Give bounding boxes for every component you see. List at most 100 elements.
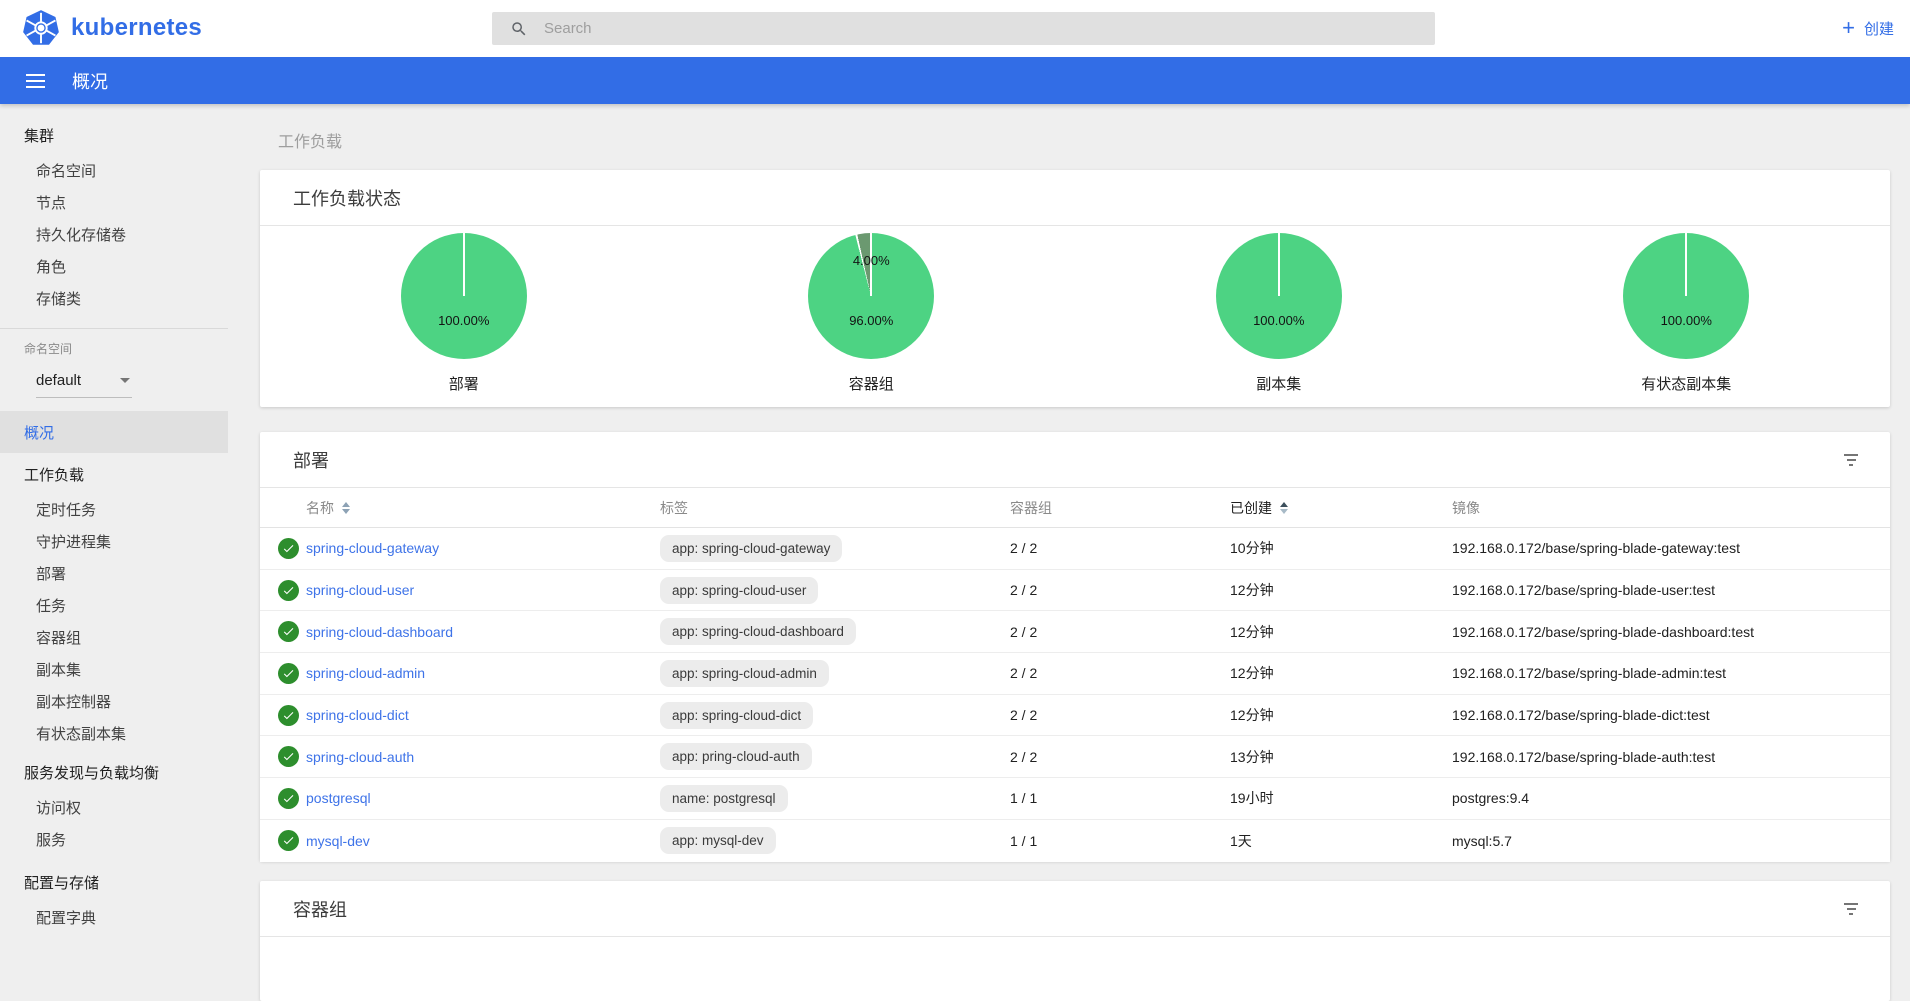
search-icon [510,20,528,38]
image-name: 192.168.0.172/base/spring-blade-gateway:… [1452,540,1846,556]
workload-status-card-title: 工作负载状态 [293,185,401,211]
created-age: 12分钟 [1230,705,1452,725]
pie-chart-label: 部署 [449,373,479,394]
deployment-name-link[interactable]: mysql-dev [306,833,370,849]
deployment-name-link[interactable]: spring-cloud-auth [306,749,414,765]
brand: kubernetes [22,9,202,47]
sidebar-divider [0,328,228,329]
created-age: 12分钟 [1230,622,1452,642]
created-age: 13分钟 [1230,747,1452,767]
pie-chart: 100.00% [401,233,527,359]
label-pill: app: spring-cloud-dict [660,702,813,729]
search-input[interactable] [542,19,1366,38]
sidebar-item-deployments[interactable]: 部署 [0,557,228,589]
kubernetes-logo-icon [22,9,60,47]
deployment-name-link[interactable]: spring-cloud-gateway [306,540,439,556]
pie-main-percent: 100.00% [1216,313,1342,328]
search-bar[interactable] [492,12,1435,45]
pods-count: 2 / 2 [1010,749,1230,765]
pie-main-percent: 96.00% [808,313,934,328]
label-pill: app: mysql-dev [660,827,776,854]
pie-chart: 100.00% [1623,233,1749,359]
deployments-table-header: 名称 标签 容器组 已创建 镜像 [260,488,1890,528]
pods-count: 2 / 2 [1010,707,1230,723]
deployment-name-link[interactable]: spring-cloud-user [306,582,414,598]
deployment-name-link[interactable]: spring-cloud-admin [306,665,425,681]
sidebar-item-config-maps[interactable]: 配置字典 [0,901,228,926]
table-row: spring-cloud-dict app: spring-cloud-dict… [260,695,1890,737]
created-age: 10分钟 [1230,538,1452,558]
column-header-images[interactable]: 镜像 [1452,498,1846,518]
created-age: 1天 [1230,831,1452,851]
image-name: mysql:5.7 [1452,833,1846,849]
sidebar-item-replication-controllers[interactable]: 副本控制器 [0,685,228,717]
status-ok-icon [278,705,299,726]
pods-count: 1 / 1 [1010,833,1230,849]
status-ok-icon [278,580,299,601]
sort-icon-active [1280,502,1288,514]
sidebar-item-namespaces[interactable]: 命名空间 [0,154,228,186]
sidebar-item-persistent-volumes[interactable]: 持久化存储卷 [0,218,228,250]
sidebar-item-workloads[interactable]: 工作负载 [0,455,228,493]
column-header-pods[interactable]: 容器组 [1010,498,1230,518]
create-button[interactable]: + 创建 [1842,0,1894,57]
sidebar-item-cron-jobs[interactable]: 定时任务 [0,493,228,525]
caret-down-icon [120,378,130,383]
deployment-name-link[interactable]: postgresql [306,790,371,806]
sort-icon [342,502,350,514]
sidebar-item-ingresses[interactable]: 访问权 [0,791,228,823]
sidebar-item-nodes[interactable]: 节点 [0,186,228,218]
table-row: postgresql name: postgresql 1 / 1 19小时 p… [260,778,1890,820]
deployments-table-body: spring-cloud-gateway app: spring-cloud-g… [260,528,1890,862]
table-row: spring-cloud-gateway app: spring-cloud-g… [260,528,1890,570]
deployments-card-title: 部署 [293,447,329,473]
create-button-label: 创建 [1864,18,1894,39]
sidebar-item-cluster[interactable]: 集群 [0,116,228,154]
sidebar-item-stateful-sets[interactable]: 有状态副本集 [0,717,228,749]
status-ok-icon [278,621,299,642]
status-ok-icon [278,788,299,809]
status-ok-icon [278,746,299,767]
pie-chart-label: 副本集 [1256,373,1301,394]
sidebar-item-jobs[interactable]: 任务 [0,589,228,621]
menu-icon[interactable] [26,74,45,88]
sidebar-nav: 集群命名空间节点持久化存储卷角色存储类命名空间default概况工作负载定时任务… [0,104,228,926]
status-ok-icon [278,538,299,559]
pie-divider-line [1278,233,1280,296]
sidebar-item-pods[interactable]: 容器组 [0,621,228,653]
image-name: postgres:9.4 [1452,790,1846,806]
created-age: 12分钟 [1230,580,1452,600]
sidebar-item-replica-sets[interactable]: 副本集 [0,653,228,685]
sidebar-item-roles[interactable]: 角色 [0,250,228,282]
toolbar-title: 概况 [72,68,108,94]
label-pill: app: spring-cloud-user [660,577,818,604]
sidebar-item-storage-classes[interactable]: 存储类 [0,282,228,314]
pie-chart-label: 有状态副本集 [1641,373,1731,394]
deployment-name-link[interactable]: spring-cloud-dict [306,707,409,723]
sidebar-item-daemon-sets[interactable]: 守护进程集 [0,525,228,557]
workload-status-chart: 100.00% 部署 [260,226,668,406]
column-header-name[interactable]: 名称 [306,498,660,518]
pie-chart: 4.00% 96.00% [808,233,934,359]
label-pill: name: postgresql [660,785,788,812]
filter-icon[interactable] [1840,899,1862,919]
workload-status-card: 工作负载状态 100.00% 部署 4.00% 96.00% 容器组 100.0… [260,170,1890,407]
column-header-created[interactable]: 已创建 [1230,498,1452,518]
page-title: 工作负载 [278,128,342,152]
status-ok-icon [278,830,299,851]
table-row: spring-cloud-user app: spring-cloud-user… [260,570,1890,612]
pods-count: 2 / 2 [1010,624,1230,640]
workload-status-chart: 100.00% 有状态副本集 [1483,226,1891,406]
workload-status-chart: 100.00% 副本集 [1075,226,1483,406]
column-header-labels[interactable]: 标签 [660,498,1010,518]
sidebar-item-overview[interactable]: 概况 [0,411,228,453]
label-pill: app: spring-cloud-admin [660,660,829,687]
sidebar-item-services[interactable]: 服务 [0,823,228,855]
created-age: 12分钟 [1230,663,1452,683]
sidebar-item-discovery[interactable]: 服务发现与负载均衡 [0,753,228,791]
namespace-select[interactable]: default [0,363,228,401]
deployment-name-link[interactable]: spring-cloud-dashboard [306,624,453,640]
pie-chart-label: 容器组 [849,373,894,394]
filter-icon[interactable] [1840,450,1862,470]
sidebar-item-config-storage[interactable]: 配置与存储 [0,863,228,901]
